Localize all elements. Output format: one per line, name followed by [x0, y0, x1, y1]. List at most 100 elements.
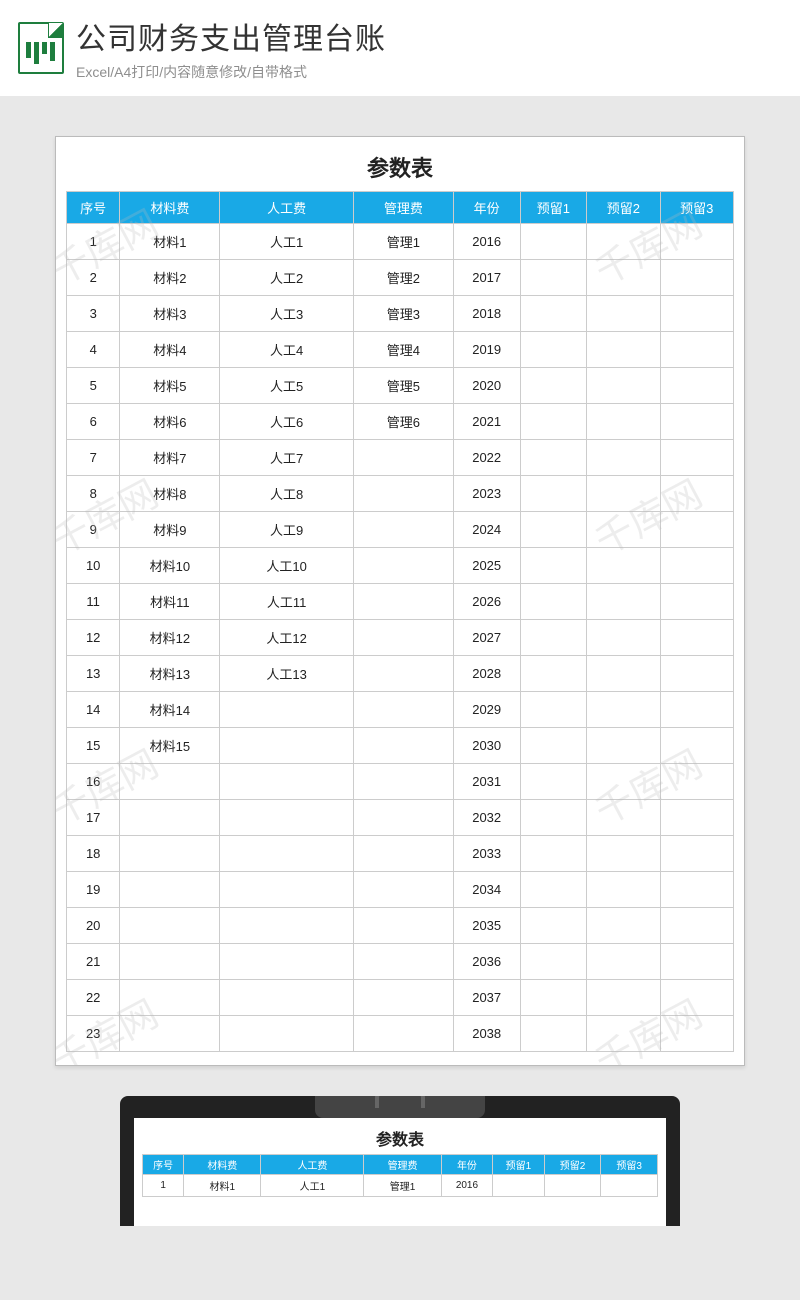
table-cell	[587, 656, 660, 692]
table-cell	[520, 404, 587, 440]
col-header: 人工费	[220, 192, 353, 224]
table-cell: 2019	[453, 332, 520, 368]
table-cell	[660, 476, 733, 512]
table-cell	[220, 764, 353, 800]
table-cell: 2020	[453, 368, 520, 404]
table-cell: 管理4	[353, 332, 453, 368]
table-cell: 2017	[453, 260, 520, 296]
table-cell	[587, 980, 660, 1016]
table-cell: 2030	[453, 728, 520, 764]
table-cell	[660, 728, 733, 764]
table-cell: 19	[67, 872, 120, 908]
clipboard-preview: 参数表 序号材料费人工费管理费年份预留1预留2预留3 1材料1人工1管理1201…	[120, 1096, 680, 1226]
table-cell	[220, 908, 353, 944]
table-cell	[520, 1016, 587, 1052]
table-cell	[520, 908, 587, 944]
table-cell	[520, 656, 587, 692]
table-cell	[587, 1016, 660, 1052]
table-cell	[120, 836, 220, 872]
table-cell	[520, 872, 587, 908]
table-cell: 12	[67, 620, 120, 656]
table-cell: 人工3	[220, 296, 353, 332]
table-cell: 3	[67, 296, 120, 332]
table-cell: 材料13	[120, 656, 220, 692]
table-cell	[353, 1016, 453, 1052]
table-cell	[120, 944, 220, 980]
table-cell	[353, 512, 453, 548]
table-cell	[520, 764, 587, 800]
table-cell: 人工10	[220, 548, 353, 584]
table-cell	[660, 404, 733, 440]
table-cell	[353, 800, 453, 836]
table-row: 172032	[67, 800, 734, 836]
table-cell	[660, 260, 733, 296]
table-cell: 2	[67, 260, 120, 296]
table-cell	[120, 980, 220, 1016]
table-cell: 15	[67, 728, 120, 764]
table-cell: 管理6	[353, 404, 453, 440]
table-row: 6材料6人工6管理62021	[67, 404, 734, 440]
table-cell	[587, 404, 660, 440]
table-cell: 管理2	[353, 260, 453, 296]
table-cell: 1	[67, 224, 120, 260]
table-cell: 2031	[453, 764, 520, 800]
table-cell	[353, 440, 453, 476]
table-cell: 人工11	[220, 584, 353, 620]
table-cell: 1	[143, 1175, 184, 1197]
col-header: 管理费	[364, 1155, 441, 1175]
table-cell: 17	[67, 800, 120, 836]
excel-file-icon	[18, 22, 64, 74]
table-cell: 5	[67, 368, 120, 404]
table-row: 202035	[67, 908, 734, 944]
table-cell: 2036	[453, 944, 520, 980]
table-row: 182033	[67, 836, 734, 872]
table-cell: 14	[67, 692, 120, 728]
table-cell	[587, 908, 660, 944]
table-cell	[493, 1175, 545, 1197]
col-header: 预留2	[587, 192, 660, 224]
table-cell: 管理3	[353, 296, 453, 332]
table-cell: 2022	[453, 440, 520, 476]
table-cell	[660, 872, 733, 908]
table-cell	[660, 980, 733, 1016]
col-header: 预留1	[493, 1155, 545, 1175]
table-cell	[660, 512, 733, 548]
table-cell: 人工2	[220, 260, 353, 296]
table-cell: 20	[67, 908, 120, 944]
table-row: 8材料8人工82023	[67, 476, 734, 512]
table-cell: 材料11	[120, 584, 220, 620]
col-header: 序号	[143, 1155, 184, 1175]
table-cell	[520, 368, 587, 404]
table-cell	[520, 944, 587, 980]
table-cell	[520, 620, 587, 656]
table-cell	[660, 296, 733, 332]
preview-area: 千库网 千库网 千库网 千库网 千库网 千库网 千库网 千库网 参数表 序号材料…	[0, 96, 800, 1266]
table-cell	[587, 728, 660, 764]
table-cell	[220, 692, 353, 728]
table-cell	[520, 296, 587, 332]
table-cell	[220, 944, 353, 980]
clipboard-clip-icon	[315, 1096, 485, 1118]
table-cell	[220, 800, 353, 836]
table-cell	[353, 908, 453, 944]
table-cell	[220, 1016, 353, 1052]
table-cell: 材料4	[120, 332, 220, 368]
table-row: 11材料11人工112026	[67, 584, 734, 620]
table-cell	[520, 692, 587, 728]
table-cell: 21	[67, 944, 120, 980]
table-cell: 2038	[453, 1016, 520, 1052]
table-cell	[660, 368, 733, 404]
table-cell	[587, 296, 660, 332]
col-header: 人工费	[261, 1155, 364, 1175]
spreadsheet-preview: 千库网 千库网 千库网 千库网 千库网 千库网 千库网 千库网 参数表 序号材料…	[55, 136, 745, 1066]
table-row: 14材料142029	[67, 692, 734, 728]
table-cell: 7	[67, 440, 120, 476]
table-cell: 18	[67, 836, 120, 872]
table-cell: 2016	[453, 224, 520, 260]
table-cell: 2018	[453, 296, 520, 332]
table-cell	[660, 224, 733, 260]
table-row: 232038	[67, 1016, 734, 1052]
table-cell	[520, 440, 587, 476]
sheet-title-small: 参数表	[142, 1126, 658, 1150]
table-cell: 4	[67, 332, 120, 368]
